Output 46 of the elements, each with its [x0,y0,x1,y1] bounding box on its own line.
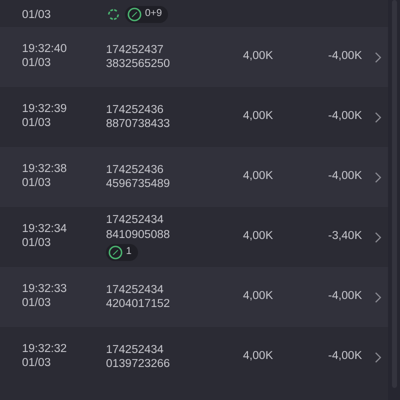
time-text: 19:32:32 [22,343,68,357]
date-text: 01/03 [22,57,52,71]
amount-text: 4,00K [242,229,273,244]
id-text: 8870738433 [106,117,171,132]
id-text: 174252434 [106,282,165,297]
amount-text: 4,00K [242,349,273,364]
amount-text: 4,00K [242,109,273,124]
table-row[interactable]: 19:32:33 01/03 174252434 4204017152 4,00K -4,00K [0,267,388,327]
table-row[interactable]: 19:32:38 01/03 174252436 4596735489 4,00K -4,00K [0,147,388,207]
change-text: -3,40K [327,229,362,244]
id-text: 174252437 [106,42,165,57]
id-text: 8410905088 [106,228,171,242]
count-badge: 1 [106,244,138,261]
date-text: 01/03 [22,9,52,23]
id-text: 174252436 [106,162,165,177]
table-row[interactable]: 01/03 0+9 [0,0,388,27]
id-text: 4596735489 [106,177,171,192]
change-text: -4,00K [327,349,362,364]
amount-text: 4,00K [242,289,273,304]
date-text: 01/03 [22,177,52,191]
change-text: -4,00K [327,289,362,304]
date-text: 01/03 [22,297,52,311]
id-text: 0139723266 [106,357,171,372]
table-row[interactable]: 19:32:32 01/03 174252434 0139723266 4,00K -4,00K [0,327,388,387]
table-row[interactable]: 19:32:34 01/03 174252434 8410905088 1 4,00K -3,40K [0,207,388,267]
time-text: 19:32:33 [22,283,68,297]
date-text: 01/03 [22,357,52,371]
change-text: -4,00K [327,109,362,124]
date-text: 01/03 [22,237,52,251]
time-text: 19:32:39 [22,103,68,117]
change-text: -4,00K [327,49,362,64]
id-text: 3832565250 [106,57,171,72]
table-row[interactable]: 19:32:39 01/03 174252436 8870738433 4,00K -4,00K [0,87,388,147]
table-row[interactable]: 19:32:40 01/03 174252437 3832565250 4,00K -4,00K [0,27,388,87]
time-text: 19:32:34 [22,223,68,237]
time-text: 19:32:40 [22,43,68,57]
id-text: 174252434 [106,342,165,357]
id-text: 174252434 [106,213,165,228]
id-text: 174252436 [106,102,165,117]
amount-text: 4,00K [242,49,273,64]
id-text: 4204017152 [106,297,171,312]
change-text: -4,00K [327,169,362,184]
count-badge: 0+9 [125,6,168,23]
amount-text: 4,00K [242,169,273,184]
time-text: 19:32:38 [22,163,68,177]
date-text: 01/03 [22,117,52,131]
